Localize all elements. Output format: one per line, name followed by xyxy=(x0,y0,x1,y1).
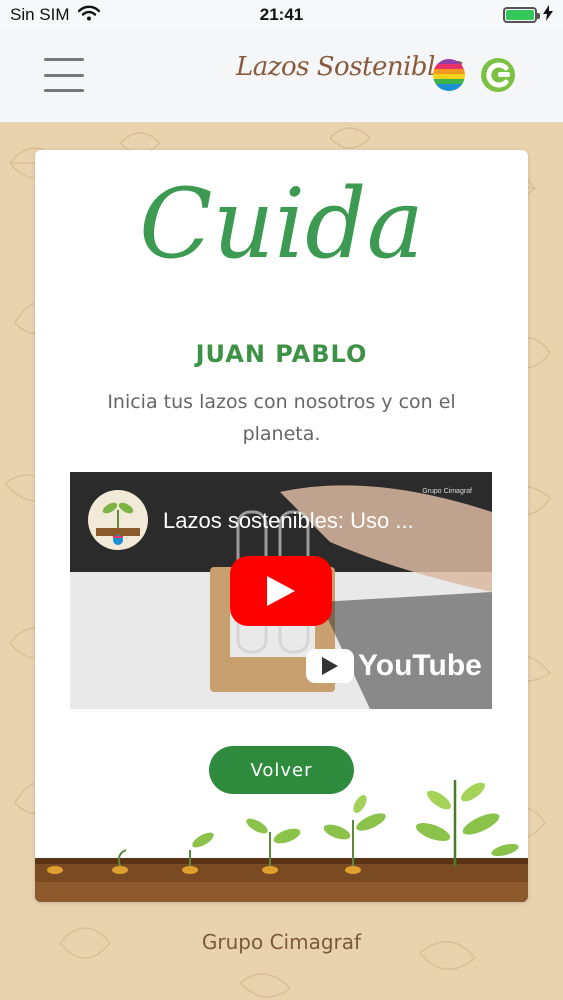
menu-icon[interactable] xyxy=(44,58,84,92)
user-name: JUAN PABLO xyxy=(195,340,368,368)
carrier-label: Sin SIM xyxy=(10,5,70,24)
tagline: Inicia tus lazos con nosotros y con el p… xyxy=(107,391,456,445)
video-channel-label: Grupo Cimagraf xyxy=(422,488,472,495)
youtube-wordmark: YouTube xyxy=(358,649,482,682)
wifi-icon xyxy=(77,5,100,26)
charging-icon xyxy=(543,4,553,26)
youtube-play-icon xyxy=(306,649,354,683)
c-logo-icon[interactable] xyxy=(479,56,517,98)
channel-avatar[interactable] xyxy=(88,490,148,550)
play-icon xyxy=(267,576,295,606)
status-left: Sin SIM xyxy=(10,5,100,26)
brand-logo[interactable]: Lazos Sostenibles xyxy=(236,52,463,82)
status-right xyxy=(503,4,553,26)
youtube-logo[interactable]: YouTube xyxy=(306,648,482,684)
video-player[interactable]: Lazos sostenibles: Uso ... Grupo Cimagra… xyxy=(70,472,492,709)
battery-level xyxy=(506,10,534,20)
battery-icon xyxy=(503,7,540,23)
app-header: Lazos Sostenibles xyxy=(0,30,563,123)
globe-icon[interactable] xyxy=(432,58,466,96)
video-title[interactable]: Lazos sostenibles: Uso ... xyxy=(163,508,414,534)
footer-company: Grupo Cimagraf xyxy=(201,930,362,954)
plant-growth-illustration xyxy=(35,780,528,902)
play-button[interactable] xyxy=(230,556,332,626)
content-card: Cuida JUAN PABLO Inicia tus lazos con no… xyxy=(35,150,528,902)
status-bar: Sin SIM 21:41 xyxy=(0,0,563,30)
script-title: Cuida xyxy=(139,168,424,280)
